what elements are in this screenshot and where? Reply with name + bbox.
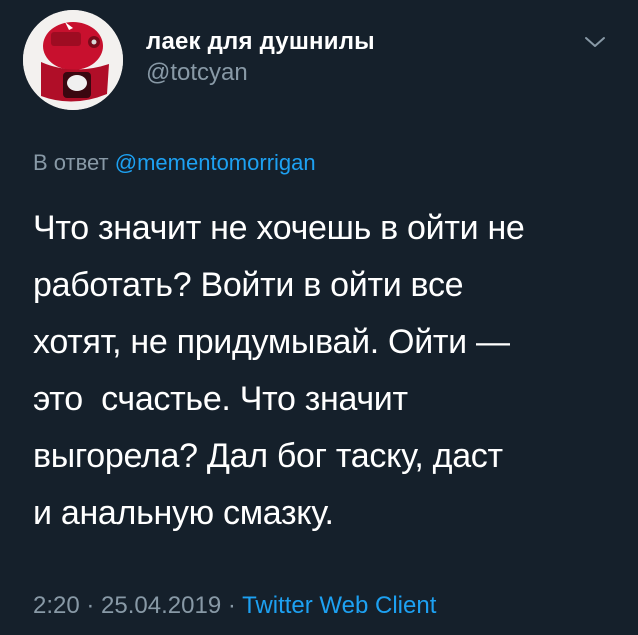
tweet-meta: 2:20 · 25.04.2019 · Twitter Web Client (33, 592, 436, 620)
tweet-text-line: это счастье. Что значит (33, 380, 408, 418)
tweet-time[interactable]: 2:20 (33, 592, 80, 619)
reply-prefix: В ответ (33, 150, 109, 175)
avatar-image (23, 10, 123, 110)
tweet-text: Что значит не хочешь в ойти не работать?… (33, 200, 623, 542)
meta-separator: · (221, 592, 243, 619)
tweet-client-link[interactable]: Twitter Web Client (242, 592, 436, 619)
reply-context: В ответ @mementomorrigan (33, 150, 316, 176)
tweet-text-line: выгорела? Дал бог таску, даст (33, 437, 503, 475)
meta-separator: · (79, 592, 102, 619)
user-handle[interactable]: @totcyan (146, 58, 375, 88)
chevron-down-icon[interactable] (583, 34, 607, 50)
avatar[interactable] (23, 10, 123, 110)
tweet: лаек для душнилы @totcyan В ответ @memen… (0, 0, 638, 635)
tweet-text-line: и анальную смазку. (33, 494, 334, 532)
author-block[interactable]: лаек для душнилы @totcyan (146, 28, 375, 88)
tweet-text-line: хотят, не придумывай. Ойти — (33, 323, 510, 361)
tweet-text-line: работать? Войти в ойти все (33, 266, 464, 304)
reply-mention-link[interactable]: @mementomorrigan (115, 150, 316, 175)
display-name[interactable]: лаек для душнилы (146, 28, 375, 56)
tweet-text-line: Что значит не хочешь в ойти не (33, 209, 525, 247)
tweet-date[interactable]: 25.04.2019 (101, 592, 221, 619)
